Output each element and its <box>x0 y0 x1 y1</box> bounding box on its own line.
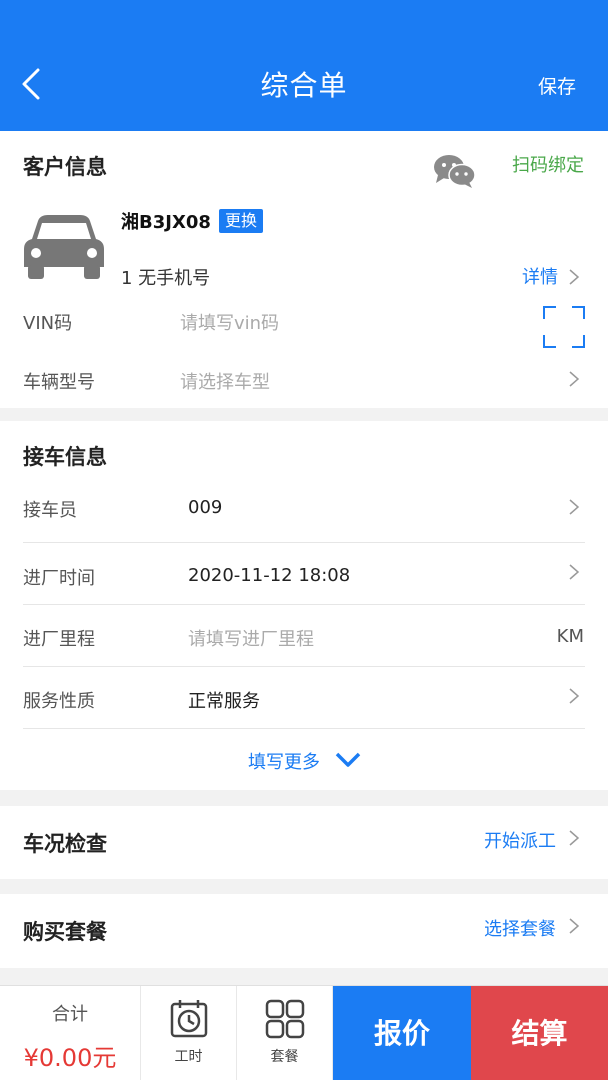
customer-detail-link[interactable]: 详情 <box>522 263 558 289</box>
tab-labor[interactable]: 工时 <box>141 986 237 1080</box>
chevron-right-icon <box>569 830 580 846</box>
divider <box>23 666 585 667</box>
grid-icon <box>265 999 305 1039</box>
vehicle-check-section[interactable]: 车况检查 开始派工 <box>0 806 608 879</box>
receptionist-value: 009 <box>188 497 223 518</box>
vin-input[interactable]: 请填写vin码 <box>180 309 279 335</box>
divider <box>23 542 585 543</box>
pickup-section: 接车信息 接车员 009 进厂时间 2020-11-12 18:08 进厂里程 … <box>0 421 608 790</box>
chevron-right-icon <box>569 269 580 285</box>
chevron-right-icon <box>569 688 580 704</box>
divider <box>23 728 585 729</box>
receptionist-label: 接车员 <box>23 500 77 521</box>
vehicle-model-label: 车辆型号 <box>23 372 95 393</box>
vehicle-check-title: 车况检查 <box>23 832 107 856</box>
chevron-right-icon <box>569 918 580 934</box>
vin-label: VIN码 <box>23 313 73 334</box>
license-plate: 湘B3JX08 <box>121 212 211 233</box>
tab-package-label: 套餐 <box>270 1049 299 1065</box>
page-title: 综合单 <box>260 69 348 102</box>
total-box: 合计 ¥0.00元 <box>0 986 141 1080</box>
settle-button[interactable]: 结算 <box>471 986 608 1080</box>
scan-icon[interactable] <box>542 305 586 349</box>
entry-time-label: 进厂时间 <box>23 568 95 589</box>
chevron-right-icon <box>569 564 580 580</box>
tab-package[interactable]: 套餐 <box>237 986 333 1080</box>
divider <box>23 604 585 605</box>
scan-bind-link[interactable]: 扫码绑定 <box>512 151 584 177</box>
clock-calendar-icon <box>170 1000 208 1038</box>
total-label: 合计 <box>52 1004 88 1025</box>
vehicle-model-select[interactable]: 请选择车型 <box>180 368 270 394</box>
chevron-down-icon[interactable] <box>334 751 362 769</box>
customer-section-title: 客户信息 <box>23 155 107 179</box>
mileage-unit: KM <box>556 626 584 647</box>
tab-labor-label: 工时 <box>174 1049 203 1065</box>
quote-button[interactable]: 报价 <box>333 986 471 1080</box>
start-dispatch-link[interactable]: 开始派工 <box>484 827 556 853</box>
wechat-icon[interactable] <box>432 153 476 189</box>
mileage-label: 进厂里程 <box>23 629 95 650</box>
service-type-label: 服务性质 <box>23 691 95 712</box>
save-button[interactable]: 保存 <box>538 72 576 99</box>
customer-owner-info: 1 无手机号 <box>121 268 211 289</box>
chevron-right-icon <box>569 371 580 387</box>
select-package-link[interactable]: 选择套餐 <box>484 915 556 941</box>
change-vehicle-button[interactable]: 更换 <box>219 209 264 233</box>
package-section[interactable]: 购买套餐 选择套餐 <box>0 894 608 968</box>
entry-time-value: 2020-11-12 18:08 <box>188 565 351 586</box>
package-title: 购买套餐 <box>23 920 107 944</box>
bottom-action-bar: 合计 ¥0.00元 工时 套餐 报价 结算 <box>0 985 608 1080</box>
pickup-section-title: 接车信息 <box>23 445 107 469</box>
customer-section: 客户信息 扫码绑定 湘B3JX08 更换 1 无手机号 详情 VIN码 请填写v… <box>0 131 608 408</box>
car-icon <box>24 215 104 279</box>
chevron-right-icon <box>569 499 580 515</box>
mileage-input[interactable]: 请填写进厂里程 <box>188 625 314 651</box>
total-amount: ¥0.00元 <box>23 1044 117 1072</box>
fill-more-link[interactable]: 填写更多 <box>248 748 320 774</box>
app-header: 综合单 保存 <box>0 0 608 131</box>
service-type-value: 正常服务 <box>188 691 260 712</box>
